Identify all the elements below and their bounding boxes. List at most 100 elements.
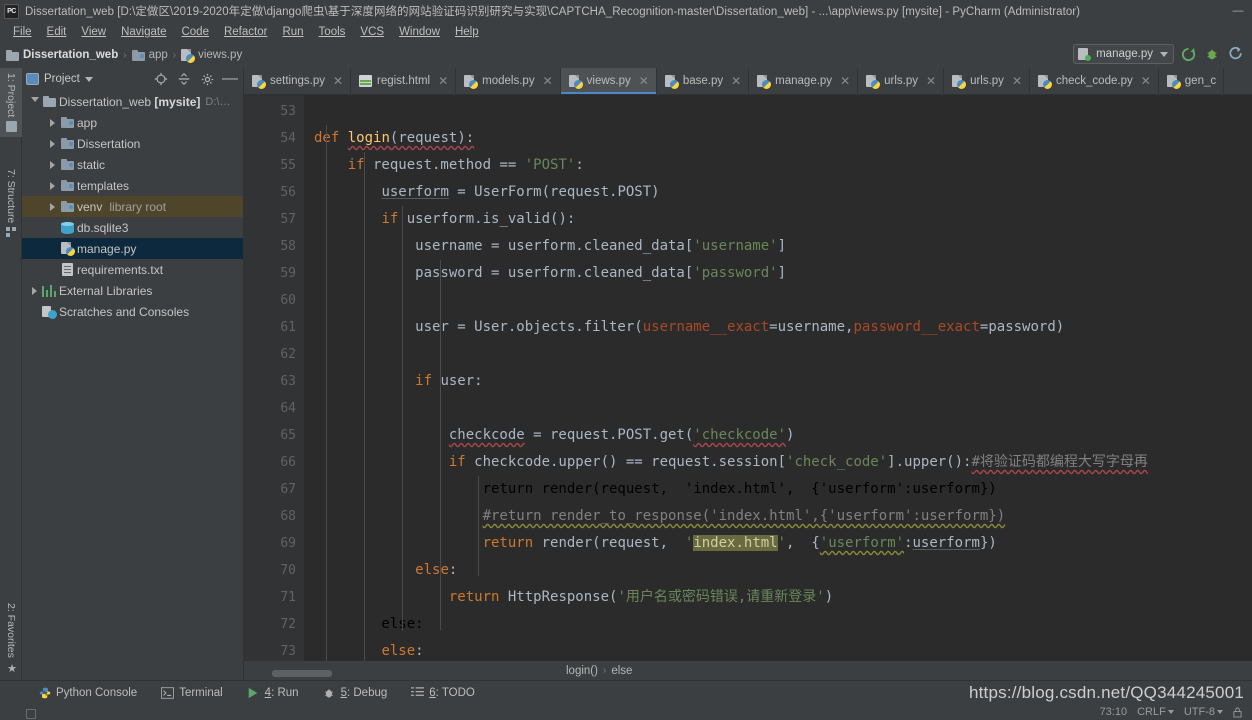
editor-area[interactable]: 53 54 55 56 57 58 59 60 61 62 63 64 65 6… bbox=[244, 95, 1252, 661]
menu-help[interactable]: Help bbox=[448, 24, 486, 40]
tree-row-app[interactable]: app bbox=[22, 112, 243, 133]
chevron-right-icon[interactable] bbox=[46, 139, 59, 148]
chevron-right-icon[interactable] bbox=[28, 286, 41, 295]
menu-file[interactable]: File bbox=[6, 24, 39, 40]
tree-row-requirements-txt[interactable]: requirements.txt bbox=[22, 259, 243, 280]
chevron-down-icon bbox=[1217, 710, 1223, 714]
folder-icon bbox=[6, 49, 19, 61]
breadcrumb-else[interactable]: else bbox=[611, 665, 632, 677]
tab-manage-py[interactable]: manage.py ✕ bbox=[749, 68, 859, 94]
tool-window-terminal[interactable]: Terminal bbox=[149, 686, 234, 699]
gear-icon[interactable] bbox=[198, 70, 216, 88]
tree-row-static[interactable]: static bbox=[22, 154, 243, 175]
menu-code[interactable]: Code bbox=[174, 24, 216, 40]
breadcrumb-item-views[interactable]: views.py bbox=[181, 48, 242, 63]
close-icon[interactable]: ✕ bbox=[1141, 74, 1151, 88]
menu-vcs[interactable]: VCS bbox=[353, 24, 391, 40]
tab-settings-py[interactable]: settings.py ✕ bbox=[244, 68, 352, 94]
line-separator-selector[interactable]: CRLF bbox=[1137, 706, 1174, 718]
tool-window-run[interactable]: 4: Run bbox=[235, 686, 311, 699]
tree-label: External Libraries bbox=[59, 283, 153, 298]
sidebar-item-project[interactable]: 1: Project bbox=[0, 68, 22, 138]
lock-icon[interactable] bbox=[1233, 707, 1242, 718]
chevron-down-icon[interactable] bbox=[28, 97, 41, 106]
breadcrumb-label: Dissertation_web bbox=[23, 49, 119, 61]
horizontal-scrollbar[interactable] bbox=[272, 670, 332, 677]
code-line-71: return HttpResponse('用户名或密码错误,请重新登录') bbox=[448, 589, 834, 605]
chevron-right-icon[interactable] bbox=[46, 202, 59, 211]
tab-check-code-py[interactable]: check_code.py ✕ bbox=[1030, 68, 1159, 94]
minimize-button[interactable]: — bbox=[1230, 3, 1246, 19]
chevron-down-icon[interactable] bbox=[84, 76, 93, 82]
tree-row-scratches[interactable]: Scratches and Consoles bbox=[22, 301, 243, 322]
menu-refactor[interactable]: Refactor bbox=[217, 24, 274, 40]
sidebar-item-favorites[interactable]: 2: Favorites ★ bbox=[0, 598, 22, 678]
todo-icon bbox=[411, 686, 425, 699]
run-configuration-selector[interactable]: manage.py bbox=[1073, 44, 1174, 64]
collapse-all-button[interactable] bbox=[175, 70, 193, 88]
close-icon[interactable]: ✕ bbox=[926, 74, 936, 88]
close-icon[interactable]: ✕ bbox=[1012, 74, 1022, 88]
close-icon[interactable]: ✕ bbox=[840, 74, 850, 88]
tool-window-todo[interactable]: 6: TODO bbox=[399, 686, 487, 699]
tree-row-external-libraries[interactable]: External Libraries bbox=[22, 280, 243, 301]
close-icon[interactable]: ✕ bbox=[438, 74, 448, 88]
breadcrumb-item-app[interactable]: app bbox=[131, 49, 168, 61]
tree-row-db-sqlite3[interactable]: db.sqlite3 bbox=[22, 217, 243, 238]
tab-models-py[interactable]: models.py ✕ bbox=[456, 68, 561, 94]
window-controls: — bbox=[1230, 3, 1248, 19]
menu-view[interactable]: View bbox=[74, 24, 113, 40]
close-icon[interactable]: ✕ bbox=[639, 74, 649, 88]
run-button[interactable] bbox=[1178, 44, 1198, 64]
locate-button[interactable] bbox=[152, 70, 170, 88]
tab-regist-html[interactable]: regist.html ✕ bbox=[351, 68, 457, 94]
folder-icon bbox=[5, 121, 17, 133]
tree-row-templates[interactable]: templates bbox=[22, 175, 243, 196]
source-folder-icon bbox=[59, 201, 75, 212]
tree-row-dissertation-web[interactable]: Dissertation_web [mysite] D:\… bbox=[22, 91, 243, 112]
chevron-right-icon[interactable] bbox=[46, 118, 59, 127]
tool-window-python-console[interactable]: Python Console bbox=[26, 686, 149, 699]
tab-urls-py-1[interactable]: urls.py ✕ bbox=[858, 68, 945, 94]
hide-panel-button[interactable]: — bbox=[221, 70, 239, 88]
sidebar-item-structure[interactable]: 7: Structure bbox=[0, 164, 22, 243]
caret-position[interactable]: 73:10 bbox=[1100, 706, 1128, 718]
menu-window[interactable]: Window bbox=[392, 24, 447, 40]
tool-window-debug[interactable]: 5: Debug bbox=[311, 686, 400, 699]
chevron-right-icon[interactable] bbox=[46, 181, 59, 190]
text-file-icon bbox=[59, 263, 75, 276]
tree-row-manage-py[interactable]: manage.py bbox=[22, 238, 243, 259]
coverage-button[interactable] bbox=[1226, 44, 1246, 64]
debug-button[interactable] bbox=[1202, 44, 1222, 64]
tab-views-py[interactable]: views.py ✕ bbox=[560, 68, 657, 94]
resize-grip[interactable] bbox=[26, 709, 36, 719]
tab-gen-c[interactable]: gen_c bbox=[1159, 68, 1225, 94]
source-folder-icon bbox=[59, 138, 75, 149]
library-icon bbox=[41, 284, 57, 297]
project-panel-title: Project bbox=[44, 73, 80, 85]
close-icon[interactable]: ✕ bbox=[333, 74, 343, 88]
tool-window-label: 5: Debug bbox=[340, 686, 388, 699]
line-number: 64 bbox=[280, 401, 296, 416]
tree-row-dissertation[interactable]: Dissertation bbox=[22, 133, 243, 154]
code-line-58: username = userform.cleaned_data['userna… bbox=[314, 238, 787, 254]
tab-base-py[interactable]: base.py ✕ bbox=[657, 68, 750, 94]
menu-navigate[interactable]: Navigate bbox=[114, 24, 173, 40]
code-line-65: checkcode = request.POST.get('checkcode'… bbox=[448, 427, 795, 443]
close-icon[interactable]: ✕ bbox=[731, 74, 741, 88]
tree-row-venv[interactable]: venv library root bbox=[22, 196, 243, 217]
close-icon[interactable]: ✕ bbox=[543, 74, 553, 88]
code-content[interactable]: def login(request): if request.method ==… bbox=[304, 95, 1252, 661]
line-number-gutter[interactable]: 53 54 55 56 57 58 59 60 61 62 63 64 65 6… bbox=[244, 95, 304, 661]
menu-run[interactable]: Run bbox=[275, 24, 310, 40]
html-file-icon bbox=[359, 75, 373, 87]
menu-edit[interactable]: Edit bbox=[40, 24, 74, 40]
menu-tools[interactable]: Tools bbox=[312, 24, 353, 40]
encoding-selector[interactable]: UTF-8 bbox=[1184, 706, 1223, 718]
python-file-icon bbox=[952, 74, 967, 89]
tab-urls-py-2[interactable]: urls.py ✕ bbox=[944, 68, 1030, 94]
breadcrumb-item-project[interactable]: Dissertation_web bbox=[6, 49, 118, 61]
source-folder-icon bbox=[59, 117, 75, 128]
chevron-right-icon[interactable] bbox=[46, 160, 59, 169]
breadcrumb-login[interactable]: login() bbox=[566, 665, 598, 677]
